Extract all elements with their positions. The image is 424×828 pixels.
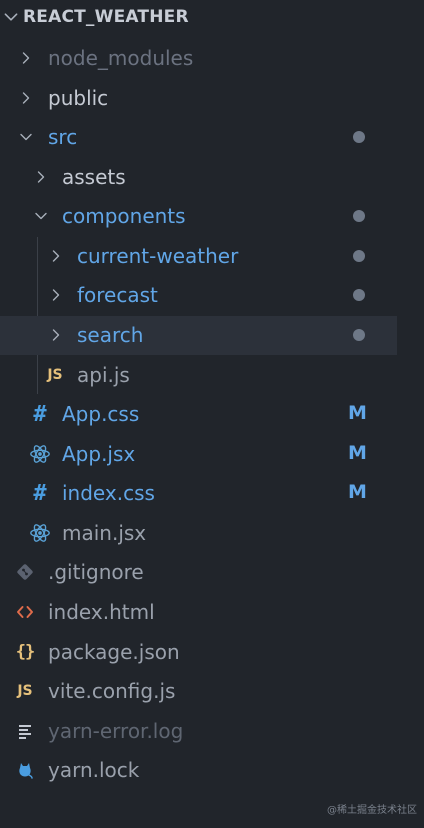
tree-item-label: src bbox=[48, 125, 78, 149]
chevron-right-icon[interactable] bbox=[18, 90, 34, 106]
tree-item-search[interactable]: search bbox=[0, 316, 397, 355]
tree-item-label: App.jsx bbox=[62, 442, 136, 466]
css-hash-icon: # bbox=[33, 401, 47, 427]
tree-item-label: search bbox=[77, 323, 144, 347]
tree-item-forecast[interactable]: forecast bbox=[0, 276, 424, 315]
git-diamond-icon bbox=[14, 561, 36, 583]
modified-badge: M bbox=[348, 402, 367, 424]
chevron-right-icon[interactable] bbox=[18, 50, 34, 66]
tree-item-current-weather[interactable]: current-weather bbox=[0, 237, 424, 276]
watermark: @稀土掘金技术社区 bbox=[327, 805, 417, 816]
chevron-right-icon[interactable] bbox=[48, 287, 64, 303]
html-code-icon bbox=[14, 601, 36, 623]
modified-dot bbox=[353, 131, 365, 143]
tree-item-package-json[interactable]: {} package.json bbox=[0, 633, 424, 672]
chevron-down-icon[interactable] bbox=[33, 208, 49, 224]
tree-item-api-js[interactable]: JS api.js bbox=[0, 356, 424, 395]
chevron-right-icon[interactable] bbox=[48, 248, 64, 264]
tree-item-label: components bbox=[62, 204, 186, 228]
chevron-down-icon[interactable] bbox=[18, 129, 34, 145]
tree-item-label: .gitignore bbox=[48, 560, 144, 584]
react-atom-icon bbox=[29, 522, 51, 544]
tree-item-label: package.json bbox=[48, 640, 180, 664]
tree-item-yarn-error-log[interactable]: yarn-error.log bbox=[0, 712, 424, 751]
tree-item-src[interactable]: src bbox=[0, 118, 424, 157]
tree-item-label: index.html bbox=[48, 600, 155, 624]
modified-dot bbox=[353, 289, 365, 301]
tree-item-index-css[interactable]: # index.css M bbox=[0, 474, 424, 513]
log-lines-icon bbox=[14, 720, 36, 742]
tree-item-label: public bbox=[48, 86, 109, 110]
tree-item-label: index.css bbox=[62, 481, 155, 505]
tree-item-label: node_modules bbox=[48, 46, 194, 70]
tree-item-label: current-weather bbox=[77, 244, 239, 268]
react-atom-icon bbox=[29, 443, 51, 465]
tree-item-label: App.css bbox=[62, 402, 140, 426]
chevron-right-icon[interactable] bbox=[48, 327, 64, 343]
tree-item-public[interactable]: public bbox=[0, 79, 424, 118]
file-explorer: REACT_WEATHER node_modules public src as… bbox=[0, 0, 424, 828]
js-file-icon: JS bbox=[47, 367, 63, 383]
tree-item-yarn-lock[interactable]: yarn.lock bbox=[0, 751, 424, 790]
modified-dot bbox=[353, 210, 365, 222]
modified-dot bbox=[353, 329, 365, 341]
tree-item-components[interactable]: components bbox=[0, 197, 424, 236]
chevron-right-icon[interactable] bbox=[33, 169, 49, 185]
css-hash-icon: # bbox=[33, 480, 47, 506]
tree-item-assets[interactable]: assets bbox=[0, 158, 424, 197]
tree-item-node-modules[interactable]: node_modules bbox=[0, 39, 424, 78]
chevron-down-icon[interactable] bbox=[2, 8, 20, 26]
tree-item-label: yarn.lock bbox=[48, 758, 140, 782]
explorer-title: REACT_WEATHER bbox=[23, 7, 189, 27]
tree-item-index-html[interactable]: index.html bbox=[0, 593, 424, 632]
tree-item-label: yarn-error.log bbox=[48, 719, 184, 743]
modified-badge: M bbox=[348, 481, 367, 503]
tree-item-gitignore[interactable]: .gitignore bbox=[0, 553, 424, 592]
js-file-icon: JS bbox=[17, 683, 33, 699]
tree-item-label: main.jsx bbox=[62, 521, 147, 545]
tree-item-label: forecast bbox=[77, 283, 158, 307]
tree-item-app-css[interactable]: # App.css M bbox=[0, 395, 424, 434]
tree-item-app-jsx[interactable]: App.jsx M bbox=[0, 435, 424, 474]
tree-item-label: api.js bbox=[77, 363, 130, 387]
tree-item-main-jsx[interactable]: main.jsx bbox=[0, 514, 424, 553]
tree-item-label: assets bbox=[62, 165, 126, 189]
modified-dot bbox=[353, 250, 365, 262]
tree-item-label: vite.config.js bbox=[48, 679, 176, 703]
explorer-header[interactable]: REACT_WEATHER bbox=[0, 0, 424, 38]
json-braces-icon: {} bbox=[15, 642, 36, 662]
tree-item-vite-config-js[interactable]: JS vite.config.js bbox=[0, 672, 424, 711]
yarn-cat-icon bbox=[14, 759, 36, 781]
modified-badge: M bbox=[348, 442, 367, 464]
